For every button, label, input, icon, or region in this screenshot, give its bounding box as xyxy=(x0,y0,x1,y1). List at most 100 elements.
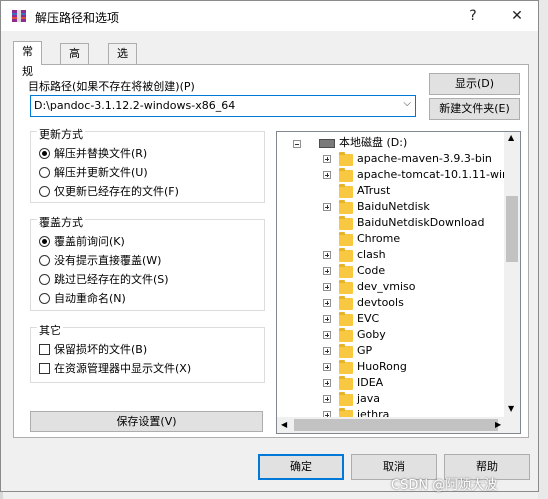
overwrite-mode-group: 覆盖方式 覆盖前询问(K) 没有提示直接覆盖(W) 跳过已经存在的文件(S) 自… xyxy=(30,214,265,311)
tree-folder-item[interactable]: BaiduNetdisk xyxy=(357,199,430,215)
close-icon[interactable]: ✕ xyxy=(497,3,537,29)
expand-icon[interactable] xyxy=(323,171,331,179)
ok-button[interactable]: 确定 xyxy=(258,454,344,480)
checkbox-keep-broken-files[interactable]: 保留损坏的文件(B) xyxy=(39,342,147,358)
expand-icon[interactable] xyxy=(323,395,331,403)
folder-icon xyxy=(339,344,353,358)
radio-auto-rename[interactable]: 自动重命名(N) xyxy=(39,291,126,307)
radio-update-existing[interactable]: 仅更新已经存在的文件(F) xyxy=(39,184,179,200)
tree-vertical-scrollbar[interactable]: ▲ ▼ xyxy=(504,132,520,418)
folder-icon xyxy=(339,376,353,390)
expand-icon[interactable] xyxy=(323,283,331,291)
folder-icon xyxy=(339,248,353,262)
dest-path-label: 目标路径(如果不存在将被创建)(P) xyxy=(28,80,195,93)
radio-extract-replace[interactable]: 解压并替换文件(R) xyxy=(39,146,147,162)
radio-icon[interactable] xyxy=(39,186,50,197)
tree-folder-item[interactable]: devtools xyxy=(357,295,404,311)
expand-icon[interactable] xyxy=(323,363,331,371)
misc-title: 其它 xyxy=(37,322,63,338)
drive-icon xyxy=(319,139,335,148)
expand-icon[interactable] xyxy=(323,379,331,387)
checkbox-icon[interactable] xyxy=(39,363,50,374)
checkbox-icon[interactable] xyxy=(39,344,50,355)
help-icon[interactable]: ? xyxy=(453,3,493,29)
folder-icon xyxy=(339,312,353,326)
folder-icon xyxy=(339,168,353,182)
radio-overwrite-without-prompt[interactable]: 没有提示直接覆盖(W) xyxy=(39,253,161,269)
expand-icon[interactable] xyxy=(323,203,331,211)
tree-folder-item[interactable]: Chrome xyxy=(357,231,400,247)
folder-icon xyxy=(339,280,353,294)
hscroll-thumb[interactable] xyxy=(294,419,498,431)
scroll-thumb[interactable] xyxy=(506,196,518,262)
folder-icon xyxy=(339,152,353,166)
radio-selected-icon[interactable] xyxy=(39,148,50,159)
scroll-right-icon[interactable]: ▶ xyxy=(495,420,501,429)
radio-selected-icon[interactable] xyxy=(39,236,50,247)
radio-extract-update[interactable]: 解压并更新文件(U) xyxy=(39,165,148,181)
scroll-corner xyxy=(504,417,520,433)
radio-ask-before-overwrite[interactable]: 覆盖前询问(K) xyxy=(39,234,125,250)
tree-folder-item[interactable]: ATrust xyxy=(357,183,390,199)
tree-folder-item[interactable]: GP xyxy=(357,343,372,359)
radio-skip-existing[interactable]: 跳过已经存在的文件(S) xyxy=(39,272,169,288)
folder-icon xyxy=(339,216,353,230)
radio-icon[interactable] xyxy=(39,167,50,178)
update-mode-title: 更新方式 xyxy=(37,126,85,142)
scroll-down-icon[interactable]: ▼ xyxy=(508,404,514,413)
tree-horizontal-scrollbar[interactable]: ◀ ▶ xyxy=(277,417,520,433)
update-mode-group: 更新方式 解压并替换文件(R) 解压并更新文件(U) 仅更新已经存在的文件(F) xyxy=(30,126,265,203)
tree-folder-item[interactable]: dev_vmiso xyxy=(357,279,416,295)
tab-general[interactable]: 常规 xyxy=(13,41,42,78)
dest-path-value[interactable]: D:\pandoc-3.1.12.2-windows-x86_64 xyxy=(34,99,235,112)
radio-icon[interactable] xyxy=(39,293,50,304)
tree-folder-item[interactable]: IDEA xyxy=(357,375,383,391)
overwrite-mode-title: 覆盖方式 xyxy=(37,214,85,230)
folder-icon xyxy=(339,328,353,342)
expand-icon[interactable] xyxy=(323,267,331,275)
expand-icon[interactable] xyxy=(323,299,331,307)
tree-folder-item[interactable]: apache-maven-3.9.3-bin xyxy=(357,151,492,167)
folder-icon xyxy=(339,200,353,214)
tab-options[interactable]: 选项 xyxy=(108,43,137,80)
extract-options-dialog: 解压路径和选项 ? ✕ 常规 高级 选项 目标路径(如果不存在将被创建)(P) … xyxy=(0,0,539,492)
tab-advanced[interactable]: 高级 xyxy=(60,43,89,80)
expand-icon[interactable] xyxy=(323,331,331,339)
expand-icon[interactable] xyxy=(323,347,331,355)
misc-group: 其它 保留损坏的文件(B) 在资源管理器中显示文件(X) xyxy=(30,322,265,383)
scroll-left-icon[interactable]: ◀ xyxy=(281,420,287,429)
folder-tree[interactable]: 本地磁盘 (D:) apache-maven-3.9.3-bin apache-t… xyxy=(276,131,521,434)
background-window-edge-right xyxy=(538,0,548,499)
tree-folder-item[interactable]: clash xyxy=(357,247,386,263)
tree-folder-item[interactable]: BaiduNetdiskDownload xyxy=(357,215,484,231)
checkbox-show-in-explorer[interactable]: 在资源管理器中显示文件(X) xyxy=(39,361,191,377)
folder-icon xyxy=(339,360,353,374)
save-settings-button[interactable]: 保存设置(V) xyxy=(30,411,263,432)
general-tab-panel: 目标路径(如果不存在将被创建)(P) D:\pandoc-3.1.12.2-wi… xyxy=(13,64,529,438)
radio-icon[interactable] xyxy=(39,255,50,266)
folder-icon xyxy=(339,184,353,198)
title-bar[interactable]: 解压路径和选项 ? ✕ xyxy=(1,1,538,31)
folder-icon xyxy=(339,264,353,278)
window-title: 解压路径和选项 xyxy=(35,11,120,25)
scroll-up-icon[interactable]: ▲ xyxy=(508,133,514,142)
tree-folder-item[interactable]: HuoRong xyxy=(357,359,407,375)
tree-folder-item[interactable]: apache-tomcat-10.1.11-windo xyxy=(357,167,520,183)
folder-icon xyxy=(339,392,353,406)
collapse-icon[interactable] xyxy=(293,140,301,148)
tree-folder-item[interactable]: java xyxy=(357,391,380,407)
tree-root-drive[interactable]: 本地磁盘 (D:) xyxy=(339,135,407,151)
expand-icon[interactable] xyxy=(323,251,331,259)
tree-folder-item[interactable]: Goby xyxy=(357,327,386,343)
expand-icon[interactable] xyxy=(323,315,331,323)
dest-path-combobox[interactable]: D:\pandoc-3.1.12.2-windows-x86_64 ⌵ xyxy=(30,95,416,117)
chevron-down-icon[interactable]: ⌵ xyxy=(403,98,411,109)
radio-icon[interactable] xyxy=(39,274,50,285)
watermark-text: CSDN @阿烦大波 xyxy=(391,478,498,493)
folder-icon xyxy=(339,232,353,246)
show-button[interactable]: 显示(D) xyxy=(429,73,520,95)
tree-folder-item[interactable]: Code xyxy=(357,263,385,279)
expand-icon[interactable] xyxy=(323,155,331,163)
new-folder-button[interactable]: 新建文件夹(E) xyxy=(429,98,520,120)
tree-folder-item[interactable]: EVC xyxy=(357,311,379,327)
